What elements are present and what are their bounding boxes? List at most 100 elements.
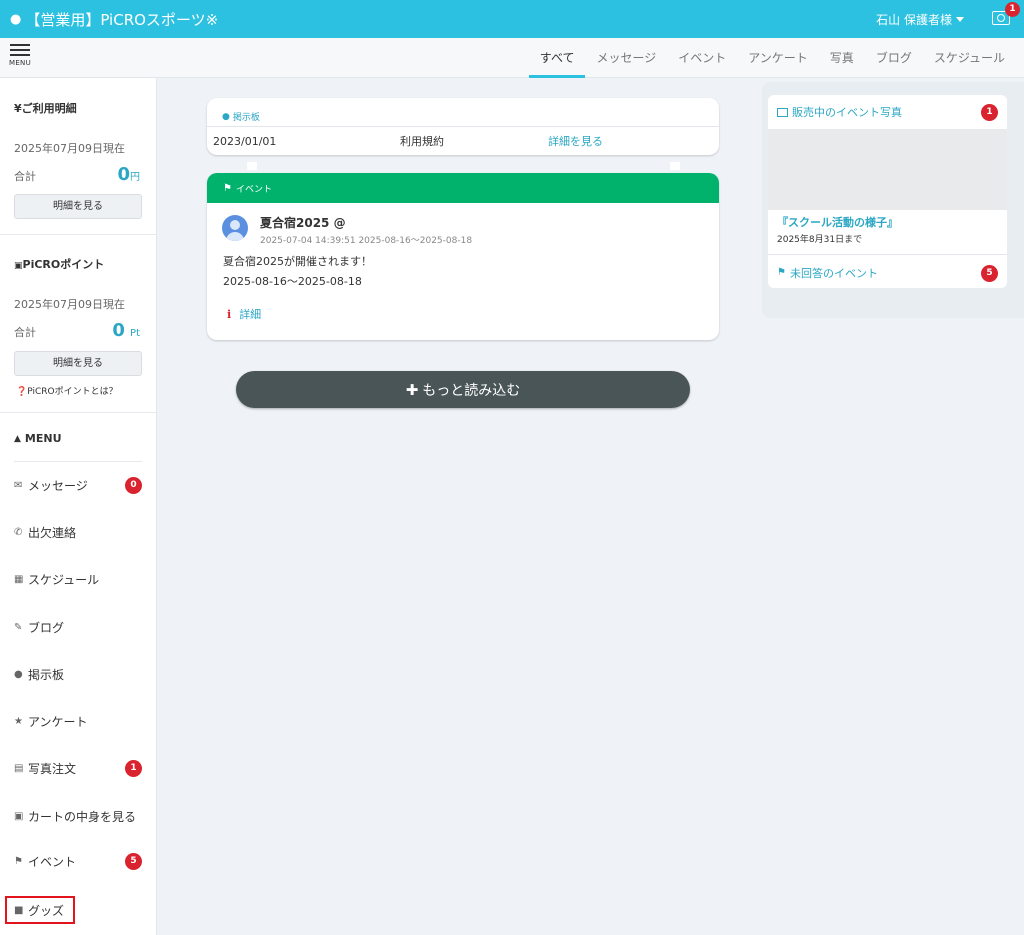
tab-messages[interactable]: メッセージ [585,38,667,78]
menu-section-toggle[interactable]: ▲ MENU [14,432,62,445]
photo-thumbnail[interactable] [768,129,1007,210]
event-header-label: イベント [235,184,272,195]
phone-icon: ✆ [14,526,23,538]
sidebar: ¥ご利用明細 2025年07月09日現在 合計 0円 明細を見る ▣PiCROポ… [0,78,157,935]
chevron-up-icon: ▲ [14,433,21,444]
photo-sales-label: 販売中のイベント写真 [792,106,902,119]
bulletin-date: 2023/01/01 [213,134,277,148]
sidebar-item-label: メッセージ [28,478,88,493]
tab-all[interactable]: すべて [528,38,586,78]
tab-blog[interactable]: ブログ [865,38,923,78]
sidebar-item-label: カートの中身を見る [28,809,137,824]
unanswered-events-link[interactable]: ⚑ 未回答のイベント 5 [768,254,1007,288]
envelope-icon: ✉ [14,479,23,491]
person-icon: ● [10,12,22,27]
bulletin-card: ● 掲示板 2023/01/01 利用規約 詳細を見る [207,98,719,155]
event-detail-link[interactable]: i 詳細 [227,306,261,322]
info-icon: i [227,307,232,321]
menu-button-label: MENU [8,59,32,67]
divider [0,412,157,413]
event-detail-label: 詳細 [239,308,262,321]
load-more-label: もっと読み込む [422,382,521,399]
sidebar-item-cart[interactable]: ▣ カートの中身を見る [14,806,142,826]
hamburger-icon [10,44,30,46]
sidebar-item-label: イベント [28,854,77,869]
unanswered-events-label: 未回答のイベント [789,266,878,280]
user-menu[interactable]: 石山 保護者様 [876,11,964,28]
tab-surveys[interactable]: アンケート [737,38,819,78]
messages-badge: 0 [125,476,142,494]
sidebar-item-attendance[interactable]: ✆ 出欠連絡 [14,522,142,542]
usage-title: ¥ご利用明細 [14,102,77,115]
sidebar-item-photo-order[interactable]: ▤ 写真注文 1 [14,758,142,778]
caret-down-icon [956,17,964,22]
tab-schedule[interactable]: スケジュール [923,38,1016,78]
sidebar-item-label: 写真注文 [28,761,77,776]
load-more-button[interactable]: ✚ もっと読み込む [236,371,690,408]
usage-sum-value: 0 [117,164,130,185]
points-help-text: PiCROポイントとは？ [27,387,118,397]
flag-icon: ⚑ [223,182,232,194]
sidebar-item-messages[interactable]: ✉ メッセージ 0 [14,475,142,495]
calendar-icon: ▦ [14,573,24,585]
usage-details-button[interactable]: 明細を見る [14,194,142,219]
unanswered-events-badge: 5 [981,265,998,282]
plus-icon: ✚ [405,380,419,399]
sidebar-item-label: 出欠連絡 [28,525,77,540]
photo-sales-link[interactable]: 販売中のイベント写真 1 [768,95,1007,129]
event-meta: 2025-07-04 14:39:51 2025-08-16〜2025-08-1… [260,236,473,246]
photo-album-deadline: 2025年8月31日まで [777,235,863,245]
points-sum-value: 0 [112,320,125,341]
bulletin-title: 利用規約 [400,135,444,148]
points-help-link[interactable]: ❓PiCROポイントとは？ [16,384,118,397]
sidebar-item-schedule[interactable]: ▦ スケジュール [14,569,142,589]
sub-navigation: MENU すべて メッセージ イベント アンケート 写真 ブログ スケジュール [0,38,1024,78]
sidebar-item-bulletin[interactable]: ● 掲示板 [14,664,142,684]
event-title: 夏合宿2025 @ [260,216,346,230]
tab-bar: すべて メッセージ イベント アンケート 写真 ブログ スケジュール [528,38,1016,78]
avatar [222,215,248,241]
menu-section-title: MENU [24,432,62,445]
gift-icon: ▣ [14,261,23,271]
pencil-icon: ✎ [14,621,23,633]
event-header: ⚑ イベント [207,173,719,203]
tab-photos[interactable]: 写真 [819,38,865,78]
sidebar-item-survey[interactable]: ★ アンケート [14,711,142,731]
points-title-text: PiCROポイント [22,258,105,271]
divider [14,461,142,462]
event-body: 夏合宿2025が開催されます！ [223,255,372,268]
comment-icon: ● [14,668,23,680]
bulletin-header-label: 掲示板 [232,113,260,123]
points-sum-label: 合計 [14,326,36,339]
app-title: ● 【営業用】PiCROスポーツ※ [10,9,218,30]
event-card: ⚑ イベント 夏合宿2025 @ 2025-07-04 14:39:51 202… [207,173,719,340]
usage-date: 2025年07月09日現在 [14,142,125,155]
user-name: 石山 保護者様 [876,13,952,27]
usage-sum: 0円 [117,164,140,185]
picture-icon: ▤ [14,762,24,774]
menu-button[interactable]: MENU [8,44,32,67]
picture-icon [777,107,788,117]
event-dates: 2025-08-16〜2025-08-18 [223,275,362,288]
hamburger-icon-bar [10,54,30,56]
avatar-body [226,232,244,241]
cart-icon: ▣ [14,810,24,822]
photo-order-badge: 1 [125,759,142,777]
points-details-button[interactable]: 明細を見る [14,351,142,376]
question-circle-icon: ❓ [16,387,28,397]
top-bar: ● 【営業用】PiCROスポーツ※ 石山 保護者様 1 [0,0,1024,38]
star-icon: ★ [14,715,23,727]
sidebar-item-events[interactable]: ⚑ イベント 5 [14,851,142,871]
usage-sum-unit: 円 [130,172,140,183]
camera-badge: 1 [1005,2,1020,17]
points-sum: 0 Pt [112,320,140,341]
sidebar-item-label: 掲示板 [28,667,65,682]
photo-album-title[interactable]: 『スクール活動の様子』 [768,210,1007,230]
tab-events[interactable]: イベント [667,38,737,78]
bulletin-detail-link[interactable]: 詳細を見る [548,133,603,149]
comment-icon: ● [222,111,230,122]
card-connector [247,162,257,170]
bulletin-row: 2023/01/01 利用規約 詳細を見る [207,127,719,155]
app-title-text: 【営業用】PiCROスポーツ※ [25,11,219,29]
sidebar-item-blog[interactable]: ✎ ブログ [14,617,142,637]
